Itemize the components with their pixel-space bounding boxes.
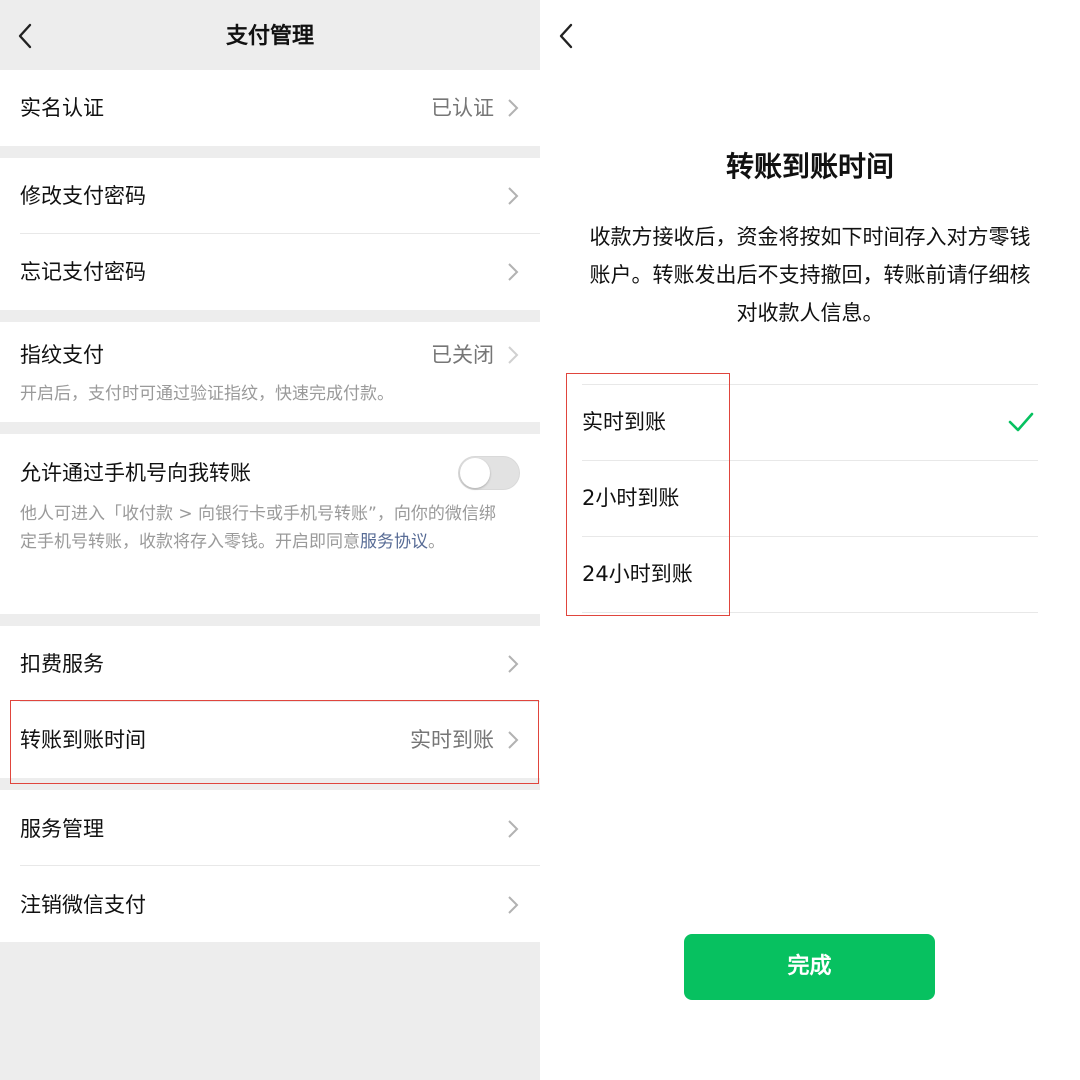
phone-transfer-toggle[interactable]: [458, 456, 520, 490]
row-value: 已认证: [431, 96, 494, 120]
row-close-wechat-pay[interactable]: 注销微信支付: [0, 866, 540, 942]
page-title: 支付管理: [225, 24, 314, 49]
service-agreement-link[interactable]: 服务协议: [360, 532, 428, 552]
payment-management-screen: 支付管理 实名认证 已认证 修改支付密码 忘记支付密码 指纹支付 已关闭 开启后…: [0, 0, 540, 1080]
row-value: 已关闭: [431, 343, 494, 367]
row-real-name[interactable]: 实名认证 已认证: [0, 70, 540, 146]
row-description: 他人可进入「收付款 > 向银行卡或手机号转账”，向你的微信绑定手机号转账，收款将…: [20, 500, 512, 556]
chevron-right-icon: [508, 896, 519, 914]
toggle-knob: [460, 458, 490, 488]
highlight-box-options: [566, 373, 730, 616]
group-fingerprint: 指纹支付 已关闭 开启后，支付时可通过验证指纹，快速完成付款。: [0, 322, 540, 422]
group-phone-transfer: 允许通过手机号向我转账 他人可进入「收付款 > 向银行卡或手机号转账”，向你的微…: [0, 434, 540, 614]
sheet-description: 收款方接收后，资金将按如下时间存入对方零钱账户。转账发出后不支持撤回，转账前请仔…: [589, 225, 1031, 325]
group-password: 修改支付密码 忘记支付密码: [0, 158, 540, 310]
chevron-right-icon: [508, 187, 519, 205]
sheet-title: 转账到账时间: [725, 150, 894, 183]
row-label: 注销微信支付: [20, 893, 146, 917]
description-end: 。: [428, 532, 445, 552]
row-forgot-password[interactable]: 忘记支付密码: [0, 234, 540, 310]
checkmark-icon: [1008, 412, 1034, 432]
row-label: 实名认证: [20, 96, 104, 120]
nav-bar: 支付管理: [0, 0, 540, 70]
row-label: 允许通过手机号向我转账: [20, 461, 251, 485]
row-label: 修改支付密码: [20, 184, 146, 208]
row-change-password[interactable]: 修改支付密码: [0, 158, 540, 234]
row-service-management[interactable]: 服务管理: [0, 790, 540, 866]
back-chevron-icon[interactable]: [555, 20, 579, 52]
row-deduction-service[interactable]: 扣费服务: [0, 626, 540, 702]
chevron-right-icon: [508, 263, 519, 281]
row-label: 扣费服务: [20, 652, 104, 676]
row-label: 忘记支付密码: [20, 260, 146, 284]
row-fingerprint-pay[interactable]: 指纹支付 已关闭 开启后，支付时可通过验证指纹，快速完成付款。: [0, 322, 540, 422]
chevron-right-icon: [508, 346, 519, 364]
row-label: 服务管理: [20, 817, 104, 841]
transfer-time-screen: 转账到账时间 收款方接收后，资金将按如下时间存入对方零钱账户。转账发出后不支持撤…: [540, 0, 1080, 1080]
chevron-right-icon: [508, 655, 519, 673]
group-account: 服务管理 注销微信支付: [0, 790, 540, 942]
group-verification: 实名认证 已认证: [0, 70, 540, 146]
chevron-right-icon: [508, 99, 519, 117]
done-button[interactable]: 完成: [684, 934, 935, 1000]
chevron-right-icon: [508, 820, 519, 838]
row-label: 指纹支付: [20, 343, 104, 367]
row-description: 开启后，支付时可通过验证指纹，快速完成付款。: [20, 384, 394, 404]
highlight-box-transfer-time: [10, 700, 539, 784]
